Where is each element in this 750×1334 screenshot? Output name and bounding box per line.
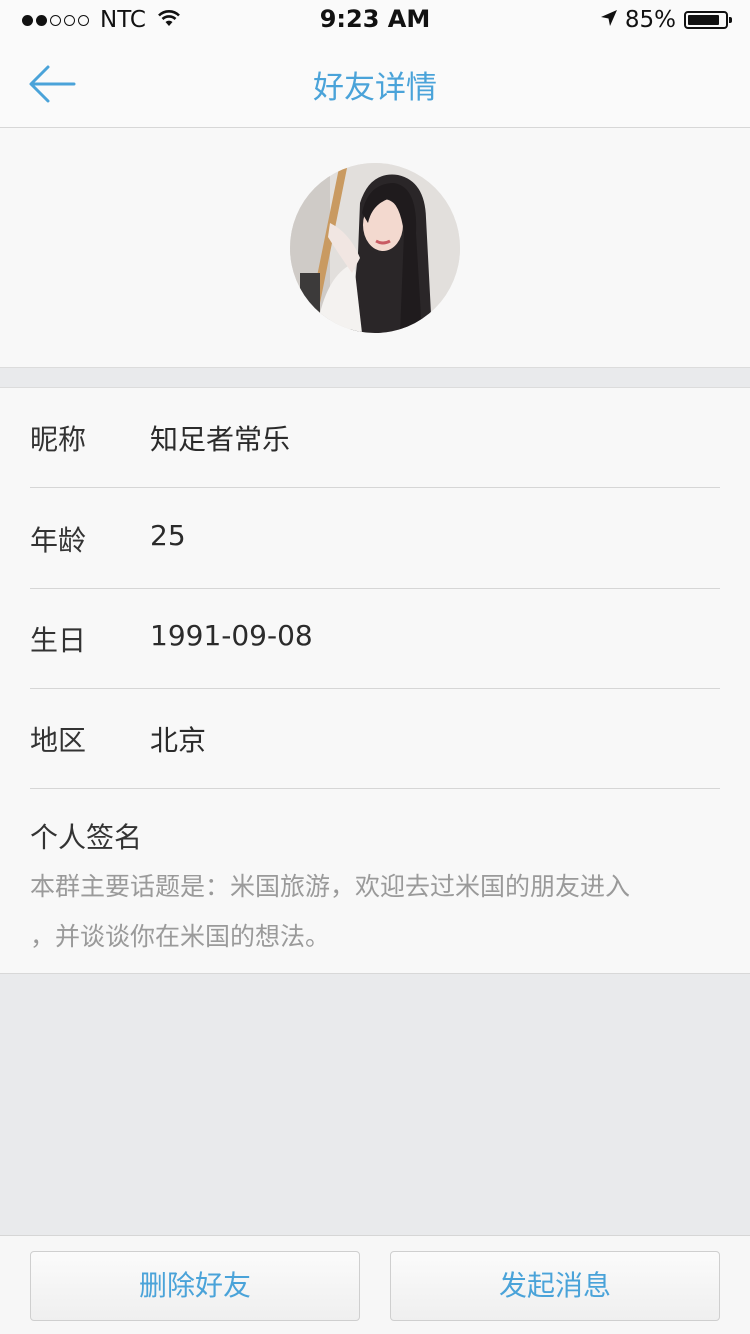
profile-info-section: 昵称 知足者常乐 年龄 25 生日 1991-09-08 地区 北京 个人签名 … bbox=[0, 387, 750, 974]
status-bar: NTC 9:23 AM 85% bbox=[0, 0, 750, 40]
battery-percentage: 85% bbox=[624, 7, 676, 33]
birthday-value: 1991-09-08 bbox=[150, 619, 313, 652]
nickname-value: 知足者常乐 bbox=[150, 423, 291, 456]
avatar[interactable] bbox=[290, 163, 460, 333]
info-row-region: 地区 北京 bbox=[30, 689, 720, 789]
battery-icon bbox=[684, 11, 732, 29]
region-label: 地区 bbox=[30, 724, 87, 757]
send-message-button[interactable]: 发起消息 bbox=[390, 1251, 720, 1321]
avatar-section bbox=[0, 128, 750, 368]
birthday-label: 生日 bbox=[30, 624, 87, 657]
signature-line-2: ，并谈谈你在米国的想法。 bbox=[30, 922, 331, 951]
nickname-label: 昵称 bbox=[30, 423, 87, 456]
info-row-nickname: 昵称 知足者常乐 bbox=[30, 388, 720, 488]
bottom-action-bar: 删除好友 发起消息 bbox=[0, 1235, 750, 1334]
avatar-photo bbox=[290, 163, 460, 333]
signature-label: 个人签名 bbox=[30, 821, 143, 854]
region-value: 北京 bbox=[150, 724, 207, 757]
age-label: 年龄 bbox=[30, 524, 87, 557]
delete-friend-button[interactable]: 删除好友 bbox=[30, 1251, 360, 1321]
signature-text: 本群主要话题是：米国旅游，欢迎去过米国的朋友进入 ，并谈谈你在米国的想法。 bbox=[30, 862, 720, 962]
signature-line-1: 本群主要话题是：米国旅游，欢迎去过米国的朋友进入 bbox=[30, 872, 631, 901]
page-title: 好友详情 bbox=[313, 70, 437, 106]
navigation-bar: 好友详情 bbox=[0, 40, 750, 128]
location-arrow-icon bbox=[599, 6, 619, 34]
info-row-birthday: 生日 1991-09-08 bbox=[30, 589, 720, 689]
age-value: 25 bbox=[150, 519, 186, 552]
info-row-age: 年龄 25 bbox=[30, 489, 720, 589]
status-right: 85% bbox=[599, 6, 732, 34]
